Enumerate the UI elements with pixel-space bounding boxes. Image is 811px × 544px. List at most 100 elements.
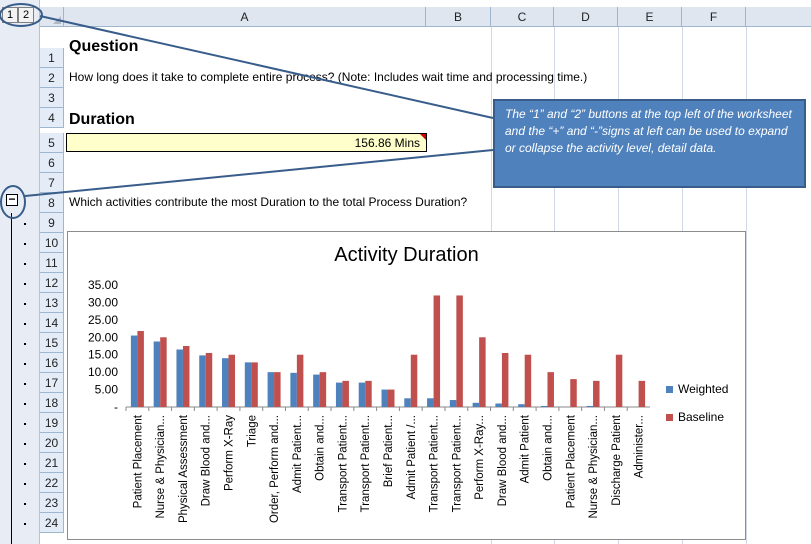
x-category-label: Nurse & Physician... (155, 415, 167, 519)
outline-gutter (0, 0, 40, 544)
bar-weighted (244, 362, 252, 407)
x-category-label: Admit Patient /... (406, 415, 418, 499)
y-tick-label: 5.00 (95, 383, 119, 397)
x-category-label: Draw Blood and... (497, 415, 509, 506)
column-header-d[interactable]: D (554, 7, 618, 27)
row-header[interactable]: 13 (40, 293, 64, 313)
bar-baseline (547, 372, 554, 407)
bar-baseline (570, 379, 577, 407)
bar-baseline (182, 346, 190, 407)
x-category-label: Nurse & Physician... (588, 415, 600, 519)
x-category-label: Order, Perform and... (269, 415, 281, 523)
row-header[interactable]: 9 (40, 213, 64, 233)
bar-baseline (524, 354, 532, 407)
row-header[interactable]: 21 (40, 453, 64, 473)
row-header[interactable]: 22 (40, 473, 64, 493)
outline-group-bracket (11, 213, 12, 544)
pointer-line-top (39, 15, 494, 119)
bar-baseline (456, 295, 463, 407)
bar-weighted (358, 382, 366, 407)
outline-detail-dot (24, 223, 26, 225)
bar-weighted (495, 403, 502, 407)
row-header[interactable]: 12 (40, 273, 64, 293)
collapse-group-button[interactable]: − (6, 193, 18, 206)
row-header[interactable]: 1 (40, 48, 64, 68)
row-header[interactable]: 20 (40, 433, 64, 453)
bar-weighted (586, 405, 594, 407)
column-header-c[interactable]: C (491, 7, 554, 27)
row-header[interactable]: 7 (40, 173, 64, 193)
row-header[interactable]: 6 (40, 153, 64, 173)
bar-baseline (410, 354, 418, 407)
x-category-label: Transport Patient... (429, 415, 441, 512)
column-header-a[interactable]: A (64, 7, 426, 27)
chart-legend: Weighted Baseline (666, 382, 728, 438)
bar-baseline (479, 337, 486, 407)
bar-baseline (137, 331, 144, 407)
row-header[interactable]: 18 (40, 393, 64, 413)
x-category-label: Transport Patient... (337, 415, 349, 512)
row-header[interactable]: 3 (40, 88, 64, 108)
bar-baseline (388, 389, 395, 407)
bar-weighted (335, 382, 343, 407)
column-header-f[interactable]: F (682, 7, 746, 27)
x-category-label: Perform X-Ray... (474, 415, 486, 500)
bar-baseline (251, 362, 258, 407)
x-category-label: Triage (246, 415, 258, 447)
duration-cell[interactable]: 156.86 Mins (66, 133, 427, 152)
bar-baseline (296, 354, 304, 407)
row-header[interactable]: 14 (40, 313, 64, 333)
row-header[interactable]: 23 (40, 493, 64, 513)
row-header[interactable]: 24 (40, 513, 64, 533)
bar-weighted (176, 349, 183, 407)
row-header[interactable]: 19 (40, 413, 64, 433)
legend-label-baseline: Baseline (678, 410, 725, 424)
bar-weighted (222, 358, 229, 407)
y-tick-label: 10.00 (88, 365, 118, 379)
comment-indicator-icon (420, 134, 426, 140)
x-category-label: Draw Blood and... (201, 415, 213, 506)
outline-detail-dot (24, 343, 26, 345)
row-header[interactable]: 11 (40, 253, 64, 273)
outline-detail-dot (24, 483, 26, 485)
outline-detail-dot (24, 323, 26, 325)
outline-detail-dot (24, 503, 26, 505)
row-header[interactable]: 2 (40, 68, 64, 88)
y-tick-label: 35.00 (88, 278, 118, 292)
row-header[interactable]: 17 (40, 373, 64, 393)
activity-duration-chart[interactable]: Activity Duration 35.00 30.00 25.00 20.00 15… (67, 231, 746, 540)
column-header-e[interactable]: E (618, 7, 682, 27)
outline-level-2-button[interactable]: 2 (18, 7, 34, 23)
bar-baseline (365, 380, 372, 407)
chart-plot: 35.00 30.00 25.00 20.00 15.00 10.00 5.00 - Patie… (88, 278, 650, 523)
question-heading: Question (69, 38, 139, 55)
row-header[interactable]: 8 (40, 193, 64, 213)
outline-level-1-button[interactable]: 1 (2, 7, 18, 23)
y-tick-label: 15.00 (88, 348, 118, 362)
bar-baseline (319, 372, 327, 407)
x-category-label: Transport Patient... (360, 415, 372, 512)
row-header[interactable]: 10 (40, 233, 64, 253)
bar-baseline (160, 337, 167, 407)
bar-weighted (313, 374, 320, 407)
bar-baseline (615, 354, 623, 407)
column-header-b[interactable]: B (426, 7, 491, 27)
legend-swatch-weighted (666, 385, 673, 393)
outline-detail-dot (24, 423, 26, 425)
legend-item-baseline: Baseline (666, 410, 728, 424)
outline-detail-dot (24, 443, 26, 445)
x-category-label: Administer... (634, 415, 646, 478)
outline-detail-dot (24, 303, 26, 305)
y-tick-label: 30.00 (88, 295, 118, 309)
x-category-label: Discharge Patient (611, 414, 623, 506)
x-category-label: Obtain and... (315, 415, 327, 481)
legend-swatch-baseline (666, 413, 673, 421)
row-header[interactable]: 15 (40, 333, 64, 353)
callout-note: The “1” and “2” buttons at the top left … (493, 99, 806, 188)
select-all-corner[interactable] (40, 7, 64, 27)
row-header[interactable]: 5 (40, 133, 64, 153)
bar-baseline (433, 295, 441, 407)
row-header[interactable]: 16 (40, 353, 64, 373)
bar-baseline (342, 380, 349, 407)
row-header[interactable]: 4 (40, 108, 64, 128)
